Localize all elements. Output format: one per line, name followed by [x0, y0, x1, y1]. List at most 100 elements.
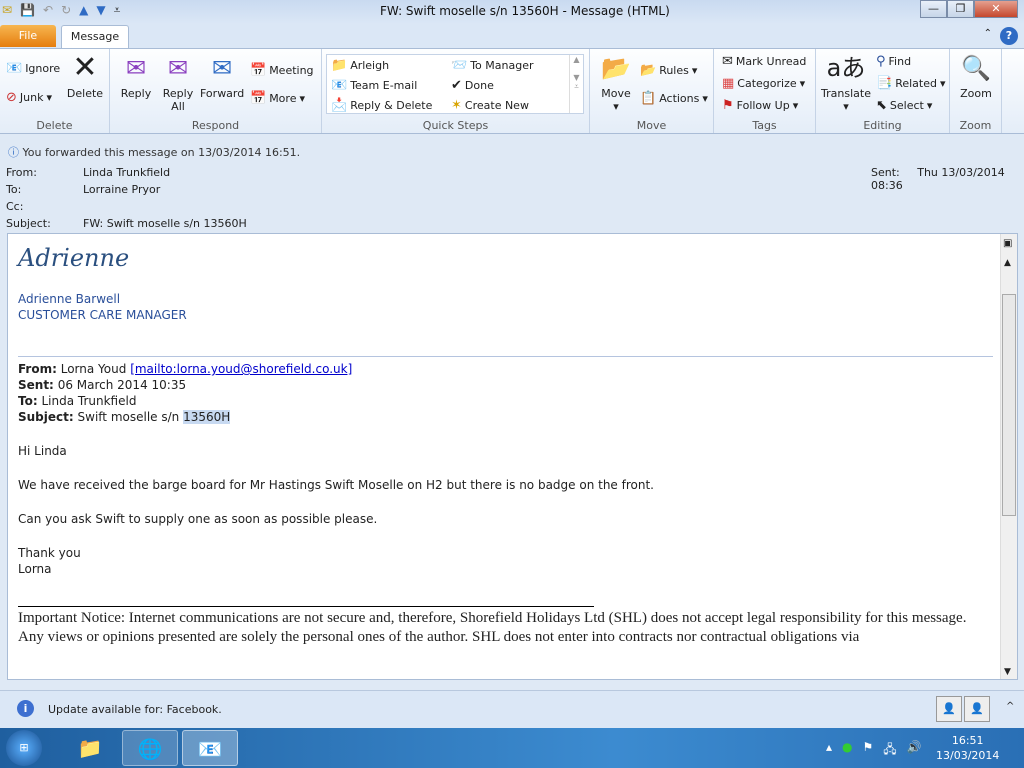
mailto-link[interactable]: [mailto:lorna.youd@shorefield.co.uk]	[130, 362, 352, 376]
move-button[interactable]: 📂 Move ▾	[596, 53, 636, 113]
reply-all-icon: ✉	[167, 54, 189, 82]
quick-step-label: To Manager	[470, 59, 534, 72]
quick-step-reply-delete[interactable]: 📩 Reply & Delete	[331, 98, 432, 113]
rules-icon: 📂	[640, 63, 657, 78]
expand-people-pane-icon[interactable]: ^	[1006, 701, 1014, 712]
volume-icon[interactable]: 🔊	[907, 740, 922, 761]
categorize-button[interactable]: ▦ Categorize ▾	[722, 76, 805, 91]
more-button[interactable]: 📅 More ▾	[250, 91, 305, 106]
group-tags: ✉ Mark Unread ▦ Categorize ▾ ⚑ Follow Up ▾ …	[714, 49, 816, 133]
rules-label: Rules	[659, 64, 689, 77]
next-item-icon[interactable]: ▼	[96, 3, 105, 18]
vertical-scrollbar[interactable]: ▣ ▲ ▼	[1000, 234, 1017, 679]
clock-date: 13/03/2014	[936, 749, 1000, 762]
explorer-taskbar-icon[interactable]: 📁	[62, 730, 118, 766]
move-folder-icon: 📂	[601, 54, 631, 82]
junk-icon: ⊘	[6, 90, 17, 105]
cc-label: Cc:	[6, 200, 24, 213]
sent-label: Sent:	[871, 166, 900, 179]
more-icon: 📅	[250, 91, 267, 106]
scroll-down-icon[interactable]: ▼	[1004, 667, 1011, 677]
chrome-taskbar-icon[interactable]: 🌐	[122, 730, 178, 766]
junk-button[interactable]: ⊘ Junk ▾	[6, 90, 52, 105]
quick-step-team-email[interactable]: 📧 Team E-mail	[331, 78, 417, 93]
clock[interactable]: 16:51 13/03/2014	[936, 733, 999, 763]
tab-file[interactable]: File	[0, 25, 56, 47]
paragraph-1: We have received the barge board for Mr …	[18, 478, 654, 492]
scroll-thumb[interactable]	[1002, 294, 1016, 516]
group-label-move: Move	[636, 119, 667, 132]
group-respond: ✉ Reply ✉ Reply All ✉ Forward 📅 Meeting 📅 More…	[110, 49, 322, 133]
select-button[interactable]: ⬉ Select ▾	[876, 98, 932, 113]
collapse-ribbon-icon[interactable]: ⌃	[984, 28, 992, 39]
scroll-up-icon[interactable]: ▲	[1004, 258, 1011, 268]
quick-step-label: Arleigh	[350, 59, 390, 72]
help-icon[interactable]: ?	[1000, 27, 1018, 45]
binoculars-icon: ⚲	[876, 54, 886, 69]
reply-button[interactable]: ✉ Reply	[116, 53, 156, 100]
start-button[interactable]: ⊞	[6, 730, 42, 766]
quick-step-label: Done	[464, 79, 494, 92]
translate-icon: aあ	[826, 54, 866, 82]
title-bar: ✉ 💾 ↶ ↻ ▲ ▼ ⩡ FW: Swift moselle s/n 1356…	[0, 0, 1024, 24]
quick-step-create-new[interactable]: ✶ Create New	[451, 98, 529, 113]
to-label: To:	[6, 183, 22, 196]
fwd-sent-label: Sent:	[18, 378, 54, 392]
system-tray: ▴ ● ⚑ 🖧 🔊	[826, 740, 922, 761]
calendar-icon: 📅	[250, 63, 267, 78]
close-button[interactable]: ✕	[974, 0, 1018, 18]
action-center-flag-icon[interactable]: ⚑	[863, 740, 874, 761]
tab-message[interactable]: Message	[61, 25, 129, 48]
reply-all-button[interactable]: ✉ Reply All	[158, 53, 198, 113]
forward-button[interactable]: ✉ Forward	[200, 53, 244, 100]
ignore-button[interactable]: 📧 Ignore	[6, 61, 60, 76]
outlook-taskbar-icon[interactable]: 📧	[182, 730, 238, 766]
undo-icon[interactable]: ↶	[43, 3, 53, 18]
signature-script: Adrienne	[18, 244, 130, 272]
quick-access-toolbar: ✉ 💾 ↶ ↻ ▲ ▼ ⩡	[2, 3, 120, 18]
meeting-button[interactable]: 📅 Meeting	[250, 63, 314, 78]
to-value: Lorraine Pryor	[83, 183, 161, 196]
translate-button[interactable]: aあ Translate ▾	[820, 53, 872, 113]
fwd-from-label: From:	[18, 362, 57, 376]
quick-step-arleigh[interactable]: 📁 Arleigh	[331, 58, 389, 73]
reading-pane-icon[interactable]: ▣	[1003, 238, 1012, 249]
group-delete: 📧 Ignore ⊘ Junk ▾ ✕ Delete Delete	[0, 49, 110, 133]
zoom-button[interactable]: 🔍 Zoom	[954, 53, 998, 100]
quick-steps-gallery: 📁 Arleigh 📨 To Manager 📧 Team E-mail ✔ Done …	[326, 54, 584, 114]
delete-button[interactable]: ✕ Delete	[66, 53, 104, 101]
quick-step-to-manager[interactable]: 📨 To Manager	[451, 58, 533, 73]
group-label-delete: Delete	[36, 119, 73, 132]
group-label-tags: Tags	[752, 119, 777, 132]
junk-label: Junk	[19, 91, 44, 104]
ignore-label: Ignore	[25, 62, 61, 75]
save-icon[interactable]: 💾	[20, 3, 35, 18]
people-pane-bar: i Update available for: Facebook. 👤 👤 ^	[0, 690, 1024, 728]
gallery-scroll[interactable]: ▲ ▼ ⩡	[569, 55, 583, 113]
mail-icon: ✉	[2, 3, 13, 17]
person-icon[interactable]: 👤	[964, 696, 990, 722]
related-label: Related	[895, 77, 937, 90]
group-label-zoom: Zoom	[959, 119, 992, 132]
person-icon[interactable]: 👤	[936, 696, 962, 722]
minimize-button[interactable]: —	[920, 0, 947, 18]
show-hidden-icons[interactable]: ▴	[826, 740, 832, 761]
subject-label: Subject:	[6, 217, 51, 230]
redo-icon[interactable]: ↻	[61, 3, 71, 18]
follow-up-button[interactable]: ⚑ Follow Up ▾	[722, 98, 798, 113]
update-message[interactable]: Update available for: Facebook.	[48, 703, 222, 716]
customize-toolbar-icon[interactable]: ⩡	[114, 3, 121, 18]
actions-button[interactable]: 📋 Actions ▾	[640, 91, 708, 106]
find-button[interactable]: ⚲ Find	[876, 54, 911, 69]
green-status-icon[interactable]: ●	[842, 740, 852, 761]
rules-button[interactable]: 📂 Rules ▾	[640, 63, 697, 78]
fwd-to: Linda Trunkfield	[41, 394, 137, 408]
related-button[interactable]: 📑 Related ▾	[876, 76, 946, 91]
previous-item-icon[interactable]: ▲	[79, 3, 88, 18]
network-icon[interactable]: 🖧	[883, 740, 896, 761]
mark-unread-button[interactable]: ✉ Mark Unread	[722, 54, 806, 69]
info-bar: ⓘ You forwarded this message on 13/03/20…	[8, 144, 300, 160]
quick-step-done[interactable]: ✔ Done	[451, 78, 494, 93]
group-editing: aあ Translate ▾ ⚲ Find 📑 Related ▾ ⬉ Select ▾ …	[816, 49, 950, 133]
maximize-button[interactable]: ❐	[947, 0, 974, 18]
